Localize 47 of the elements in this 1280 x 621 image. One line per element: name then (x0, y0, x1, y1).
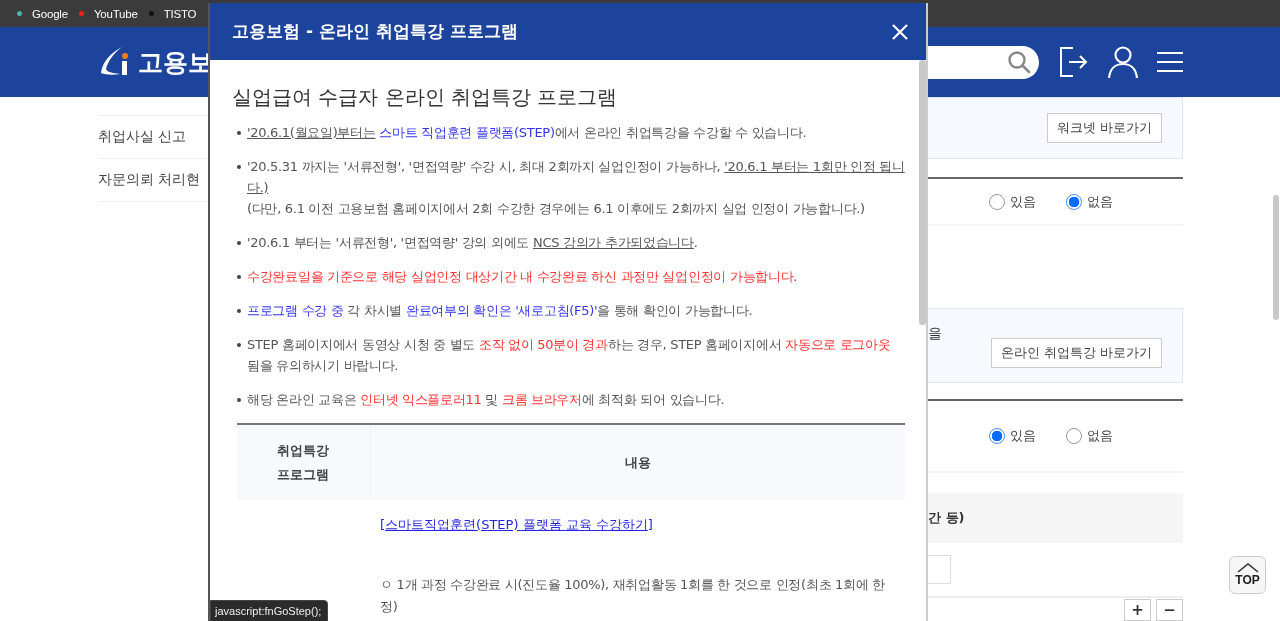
scrollbar[interactable] (1273, 195, 1279, 320)
panel-text: 을 (928, 324, 942, 344)
dialog-title: 고용보험 - 온라인 취업특강 프로그램 (232, 20, 518, 43)
notice-text: 수강완료일을 기준으로 해당 실업인정 대상기간 내 수강완료 하신 과정만 실업인정이 가능합니다. (247, 268, 798, 286)
logo-text[interactable]: 고용보 (138, 45, 213, 79)
bullet-icon (237, 275, 241, 279)
column-header: 취업특강 프로그램 (237, 424, 370, 500)
step-platform-link[interactable]: [스마트직업훈련(STEP) 플랫폼 교육 수강하기] (380, 517, 653, 532)
bullet-icon (237, 309, 241, 313)
bookmark-link[interactable]: Google (32, 7, 68, 20)
bullet-icon (237, 343, 241, 347)
radio-button[interactable] (989, 428, 1005, 445)
bullet-icon (237, 131, 241, 135)
notice-text: '20.6.1(월요일)부터는 스마트 직업훈련 플랫폼(STEP)에서 온라인 취업특강을 수강할 수 있습니다. (247, 124, 807, 142)
chevron-up-icon (1236, 563, 1259, 573)
back-to-top-button[interactable]: TOP (1229, 556, 1266, 594)
radio-label: 없음 (1087, 427, 1113, 446)
section-heading: 간 등) (928, 508, 965, 527)
user-icon[interactable] (1107, 45, 1139, 79)
input-field[interactable] (928, 554, 951, 584)
table-cell-text: ㅇ 1개 과정 수강완료 시(진도율 100%), 재취업활동 1회를 한 것으로 인정(최초 1회에 한정) (380, 576, 886, 616)
bullet-icon (237, 241, 241, 245)
link-url-tooltip: javascript:fnGoStep(); (210, 600, 329, 621)
bullet-icon (237, 165, 241, 169)
decrease-button[interactable]: − (1156, 599, 1183, 621)
bullet-icon (237, 398, 241, 402)
worknet-link-button[interactable]: 워크넷 바로가기 (1046, 113, 1162, 144)
notice-text: '20.5.31 까지는 '서류전형', '면접역량' 수강 시, 최대 2회까지 실업인정이 가능하나, '20.6.1 부터는 1회만 인정 됩니다.) (다만, 6.1 이전 고용보험 홈페이지에서 2회 수강한 경우에는 6.1 이후에도 2회까지 실업 인정이 가능합니다.) (247, 158, 905, 218)
radio-label: 없음 (1087, 192, 1113, 211)
notice-text: 프로그램 수강 중 각 차시별 완료여부의 확인은 '새로고침(F5)'을 통해 확인이 가능합니다. (247, 302, 753, 320)
close-button[interactable] (892, 23, 908, 40)
menu-icon[interactable] (1157, 50, 1183, 74)
radio-label: 있음 (1010, 427, 1036, 446)
notice-text: STEP 홈페이지에서 동영상 시청 중 별도 조작 없이 50분이 경과하는 경우, STEP 홈페이지에서 자동으로 로그아웃 됨을 유의하시기 바랍니다. (247, 336, 892, 375)
bookmark-link[interactable]: TISTO (163, 7, 197, 20)
search-icon[interactable] (1007, 50, 1031, 74)
logout-icon[interactable] (1059, 46, 1089, 78)
content-heading: 실업급여 수급자 온라인 취업특강 프로그램 (232, 84, 619, 111)
notice-text: '20.6.1 부터는 '서류전형', '면접역량' 강의 외에도 NCS 강의가 추가되었습니다. (247, 234, 698, 252)
online-lecture-button[interactable]: 온라인 취업특강 바로가기 (990, 337, 1162, 368)
column-header: 내용 (370, 424, 905, 500)
increase-button[interactable]: + (1124, 599, 1151, 621)
radio-label: 있음 (1010, 192, 1036, 211)
scrollbar[interactable] (919, 60, 926, 325)
radio-button[interactable] (1066, 193, 1082, 210)
notice-text: 해당 온라인 교육은 인터넷 익스플로러11 및 크롬 브라우저에 최적화 되어 있습니다. (247, 391, 725, 409)
bookmark-link[interactable]: YouTube (93, 7, 138, 20)
